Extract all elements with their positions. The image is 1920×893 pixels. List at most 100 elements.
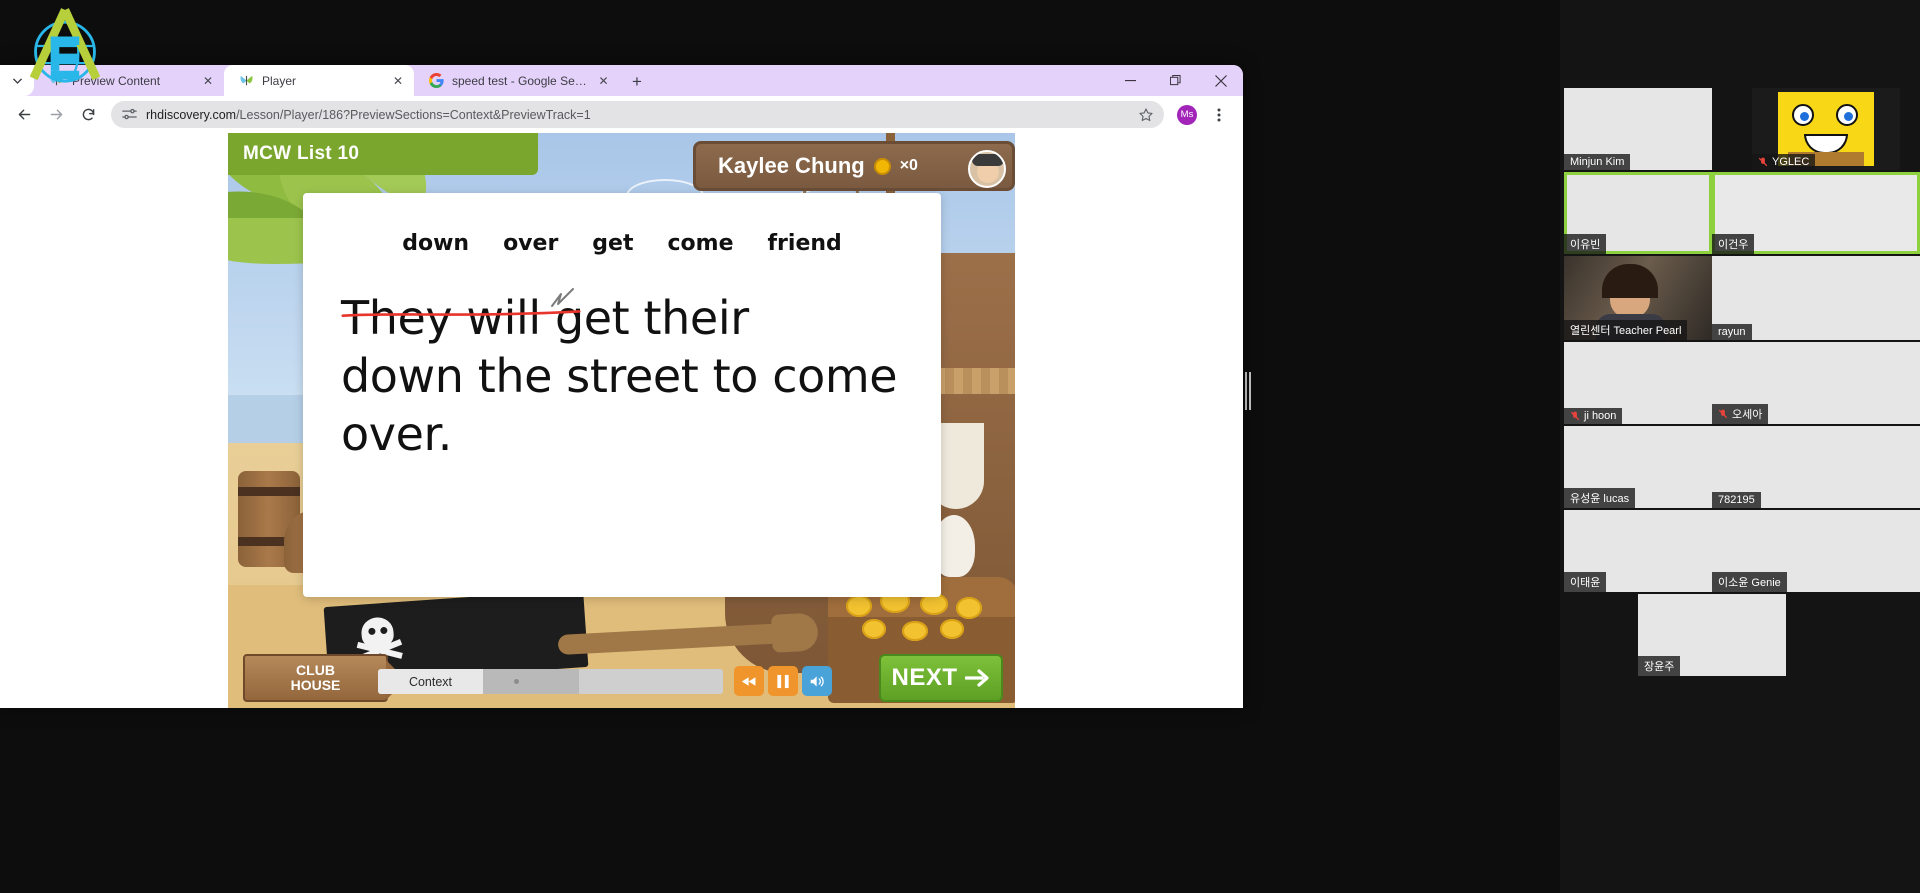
close-button[interactable] bbox=[1198, 65, 1243, 96]
word-chip[interactable]: get bbox=[592, 231, 633, 256]
participant-name: 이유빈 bbox=[1570, 239, 1601, 251]
mic-muted-icon bbox=[1758, 157, 1768, 167]
participant-name: 782195 bbox=[1718, 494, 1755, 506]
word-chip[interactable]: friend bbox=[767, 231, 841, 256]
url-text: rhdiscovery.com/Lesson/Player/186?Previe… bbox=[146, 108, 1129, 122]
word-list: down over get come friend bbox=[303, 193, 941, 256]
screen-root: Minjun Kim YGLEC 이유빈 이건우 열린센터 Teacher Pe… bbox=[0, 0, 1920, 893]
back-button[interactable] bbox=[9, 100, 39, 130]
minimize-button[interactable] bbox=[1108, 65, 1153, 96]
participant-name: YGLEC bbox=[1772, 156, 1810, 168]
butterfly-icon bbox=[238, 73, 254, 89]
clubhouse-label-line1: CLUB bbox=[296, 662, 335, 679]
participant-name: 열린센터 Teacher Pearl bbox=[1570, 325, 1682, 337]
participant-tile[interactable]: 이소윤 Genie bbox=[1712, 510, 1920, 592]
browser-menu-button[interactable] bbox=[1204, 100, 1234, 130]
participant-name-chip: YGLEC bbox=[1752, 154, 1816, 170]
participant-name-chip: 이유빈 bbox=[1564, 234, 1607, 254]
participant-tile[interactable]: 장윤주 bbox=[1638, 594, 1786, 676]
participant-name-chip: 장윤주 bbox=[1638, 656, 1681, 676]
participant-tile[interactable]: Minjun Kim bbox=[1564, 88, 1712, 170]
maximize-icon bbox=[1170, 75, 1181, 86]
participant-tile[interactable]: 이건우 bbox=[1712, 172, 1920, 254]
participant-name-chip: 유성윤 lucas bbox=[1564, 488, 1636, 508]
lesson-title-banner: MCW List 10 bbox=[228, 133, 538, 175]
participant-tile[interactable]: 782195 bbox=[1712, 426, 1920, 508]
forward-button[interactable] bbox=[41, 100, 71, 130]
participant-name: 이소윤 Genie bbox=[1718, 577, 1781, 589]
tab-speed-test[interactable]: speed test - Google Search ✕ bbox=[414, 65, 619, 96]
participant-tile[interactable]: 이태윤 bbox=[1564, 510, 1712, 592]
tab-close-button[interactable]: ✕ bbox=[200, 73, 216, 89]
rewind-icon bbox=[741, 676, 755, 686]
clubhouse-label-line2: HOUSE bbox=[290, 677, 341, 693]
profile-button[interactable]: Ms bbox=[1172, 100, 1202, 130]
minimize-icon bbox=[1125, 80, 1136, 82]
word-chip[interactable]: down bbox=[402, 231, 469, 256]
participant-name-chip: 이건우 bbox=[1712, 234, 1755, 254]
word-chip[interactable]: over bbox=[503, 231, 558, 256]
participant-name: 이건우 bbox=[1718, 239, 1749, 251]
tab-title: speed test - Google Search bbox=[452, 73, 589, 88]
participant-tile[interactable]: 이유빈 bbox=[1564, 172, 1712, 254]
volume-button[interactable] bbox=[802, 666, 832, 696]
participant-name-chip: 이태윤 bbox=[1564, 572, 1607, 592]
pause-button[interactable] bbox=[768, 666, 798, 696]
star-icon[interactable] bbox=[1138, 107, 1154, 123]
lesson-stage: MCW List 10 Kaylee Chung ×0 down over ge… bbox=[228, 133, 1015, 708]
sentence-text: They will get their down the street to c… bbox=[303, 256, 941, 464]
reload-button[interactable] bbox=[73, 100, 103, 130]
participant-name-chip: rayun bbox=[1712, 324, 1752, 340]
participant-name-chip: ji hoon bbox=[1564, 408, 1623, 424]
sentence-line: down the street to come bbox=[341, 348, 898, 403]
progress-fill bbox=[483, 669, 579, 694]
conference-panel: Minjun Kim YGLEC 이유빈 이건우 열린센터 Teacher Pe… bbox=[1560, 0, 1920, 893]
new-tab-button[interactable]: + bbox=[623, 68, 651, 96]
browser-toolbar: rhdiscovery.com/Lesson/Player/186?Previe… bbox=[0, 96, 1243, 133]
participant-name: 장윤주 bbox=[1644, 661, 1675, 673]
tab-close-button[interactable]: ✕ bbox=[390, 73, 406, 89]
browser-window: Preview Content ✕ Player ✕ speed test - … bbox=[0, 65, 1243, 708]
participant-name: ji hoon bbox=[1584, 410, 1617, 422]
panel-drag-handle[interactable] bbox=[1245, 372, 1253, 410]
tune-icon[interactable] bbox=[122, 107, 137, 122]
rewind-button[interactable] bbox=[734, 666, 764, 696]
participant-tile[interactable]: 열린센터 Teacher Pearl bbox=[1564, 256, 1712, 340]
participant-name: 유성윤 lucas bbox=[1570, 493, 1630, 505]
player-control-bar: CLUB HOUSE Context NEXT bbox=[228, 646, 1015, 708]
participant-tile[interactable]: 유성윤 lucas bbox=[1564, 426, 1712, 508]
maximize-button[interactable] bbox=[1153, 65, 1198, 96]
url-host: rhdiscovery.com bbox=[146, 107, 237, 122]
section-progress-bar[interactable]: Context bbox=[378, 669, 723, 694]
participant-name: rayun bbox=[1718, 326, 1746, 338]
avatar bbox=[968, 150, 1006, 188]
mic-muted-icon bbox=[1718, 409, 1728, 419]
tab-title: Player bbox=[262, 73, 297, 88]
reload-icon bbox=[82, 108, 94, 121]
participant-tile[interactable]: 오세아 bbox=[1712, 342, 1920, 424]
participant-tile[interactable]: YGLEC bbox=[1752, 88, 1900, 170]
sentence-line: over. bbox=[341, 406, 452, 461]
student-name-sign: Kaylee Chung ×0 bbox=[693, 141, 1015, 191]
participant-name: 이태윤 bbox=[1570, 577, 1601, 589]
window-controls bbox=[1108, 65, 1243, 96]
participant-tile[interactable]: rayun bbox=[1712, 256, 1920, 340]
coin-count: ×0 bbox=[899, 157, 918, 174]
participant-name-chip: Minjun Kim bbox=[1564, 154, 1631, 170]
tab-player[interactable]: Player ✕ bbox=[224, 65, 414, 96]
url-path: /Lesson/Player/186?PreviewSections=Conte… bbox=[236, 107, 591, 122]
arrow-right-icon bbox=[964, 669, 989, 687]
address-bar[interactable]: rhdiscovery.com/Lesson/Player/186?Previe… bbox=[111, 101, 1164, 128]
next-button[interactable]: NEXT bbox=[879, 654, 1003, 702]
word-chip[interactable]: come bbox=[667, 231, 733, 256]
clubhouse-button[interactable]: CLUB HOUSE bbox=[243, 654, 406, 702]
tab-close-button[interactable]: ✕ bbox=[596, 73, 611, 89]
coin-icon bbox=[873, 157, 891, 175]
page-content: MCW List 10 Kaylee Chung ×0 down over ge… bbox=[0, 133, 1243, 708]
back-arrow-icon bbox=[18, 109, 30, 120]
participant-tile[interactable]: ji hoon bbox=[1564, 342, 1712, 424]
progress-track[interactable] bbox=[483, 669, 723, 694]
app-logo-icon bbox=[29, 8, 101, 83]
participant-name-chip: 782195 bbox=[1712, 492, 1761, 508]
lesson-title: MCW List 10 bbox=[243, 143, 360, 164]
